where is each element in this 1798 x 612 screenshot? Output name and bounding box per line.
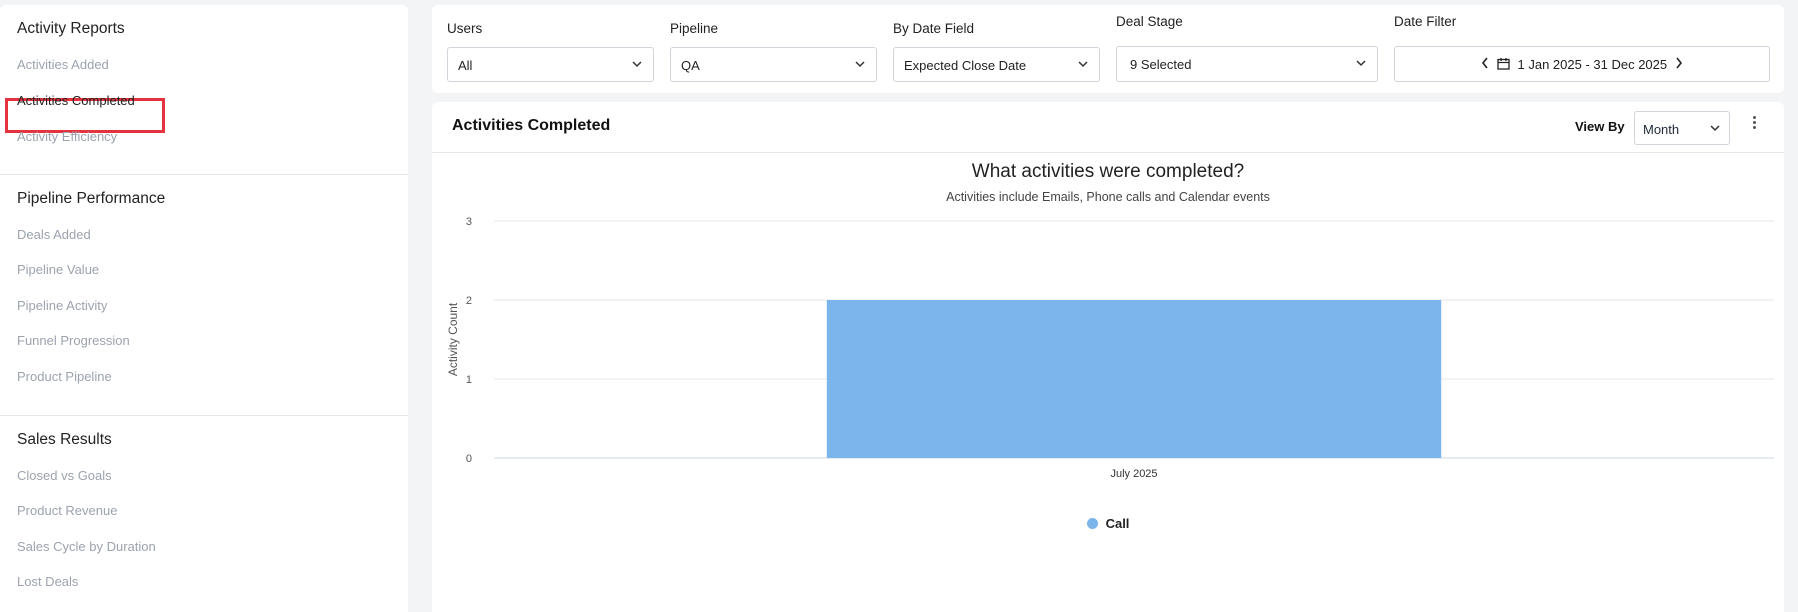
section-title-sales-results: Sales Results xyxy=(17,431,112,448)
legend-label-call: Call xyxy=(1105,516,1130,531)
pipeline-select-value: QA xyxy=(681,58,700,73)
chevron-down-icon xyxy=(1078,61,1088,68)
chart-legend[interactable]: Call xyxy=(432,516,1784,531)
y-tick-label: 3 xyxy=(466,216,472,228)
date-filter-label: Date Filter xyxy=(1394,14,1457,29)
sidebar-item-closed-vs-goals[interactable]: Closed vs Goals xyxy=(17,468,112,483)
sidebar-item-activities-completed[interactable]: Activities Completed xyxy=(17,93,135,108)
y-tick-label: 0 xyxy=(466,453,472,465)
sidebar-item-activities-added[interactable]: Activities Added xyxy=(17,57,109,72)
y-axis-label: Activity Count xyxy=(446,302,460,376)
sidebar-item-funnel-progression[interactable]: Funnel Progression xyxy=(17,333,130,348)
deal-stage-select-value: 9 Selected xyxy=(1130,57,1192,72)
section-title-activity-reports: Activity Reports xyxy=(17,20,125,37)
section-title-pipeline-performance: Pipeline Performance xyxy=(17,190,166,207)
sidebar-item-pipeline-activity[interactable]: Pipeline Activity xyxy=(17,298,107,313)
date-field-filter-label: By Date Field xyxy=(893,21,975,36)
filter-bar: Users All Pipeline QA By Date Field Expe… xyxy=(432,5,1784,93)
y-tick-label: 1 xyxy=(466,374,472,386)
y-tick-label: 2 xyxy=(466,295,472,307)
pipeline-select[interactable]: QA xyxy=(670,47,877,82)
users-select-value: All xyxy=(458,58,473,73)
x-tick-label: July 2025 xyxy=(1110,468,1157,480)
sidebar-item-product-revenue[interactable]: Product Revenue xyxy=(17,503,117,518)
chevron-down-icon xyxy=(855,61,865,68)
deal-stage-select[interactable]: 9 Selected xyxy=(1116,46,1378,82)
sidebar-divider xyxy=(0,415,408,416)
chevron-left-icon[interactable] xyxy=(1477,57,1493,72)
activities-bar-chart: 0 1 2 3 Activity Count July 2025 xyxy=(446,216,1774,480)
calendar-icon xyxy=(1497,57,1510,73)
sidebar-item-activity-efficiency[interactable]: Activity Efficiency xyxy=(17,129,117,144)
date-range-picker[interactable]: 1 Jan 2025 - 31 Dec 2025 xyxy=(1394,46,1770,82)
report-card: Activities Completed View By Month What … xyxy=(432,102,1784,612)
deal-stage-filter-label: Deal Stage xyxy=(1116,14,1183,29)
report-sidebar: Activity Reports Activities Added Activi… xyxy=(0,5,408,612)
sidebar-item-lost-deals[interactable]: Lost Deals xyxy=(17,574,78,589)
legend-marker xyxy=(1086,518,1098,529)
chevron-down-icon xyxy=(1356,60,1366,67)
bar-call xyxy=(826,300,1442,458)
date-field-select[interactable]: Expected Close Date xyxy=(893,47,1100,82)
pipeline-filter-label: Pipeline xyxy=(670,21,719,36)
sidebar-item-pipeline-value[interactable]: Pipeline Value xyxy=(17,262,99,277)
sidebar-divider xyxy=(0,174,408,175)
sidebar-item-sales-cycle-by-duration[interactable]: Sales Cycle by Duration xyxy=(17,539,156,554)
sidebar-item-product-pipeline[interactable]: Product Pipeline xyxy=(17,369,112,384)
users-select[interactable]: All xyxy=(447,47,654,82)
chevron-right-icon[interactable] xyxy=(1671,57,1687,72)
users-filter-label: Users xyxy=(447,21,483,36)
date-range-value: 1 Jan 2025 - 31 Dec 2025 xyxy=(1517,57,1668,73)
date-field-select-value: Expected Close Date xyxy=(904,58,1027,73)
sidebar-item-deals-added[interactable]: Deals Added xyxy=(17,227,91,242)
chevron-down-icon xyxy=(632,61,642,68)
